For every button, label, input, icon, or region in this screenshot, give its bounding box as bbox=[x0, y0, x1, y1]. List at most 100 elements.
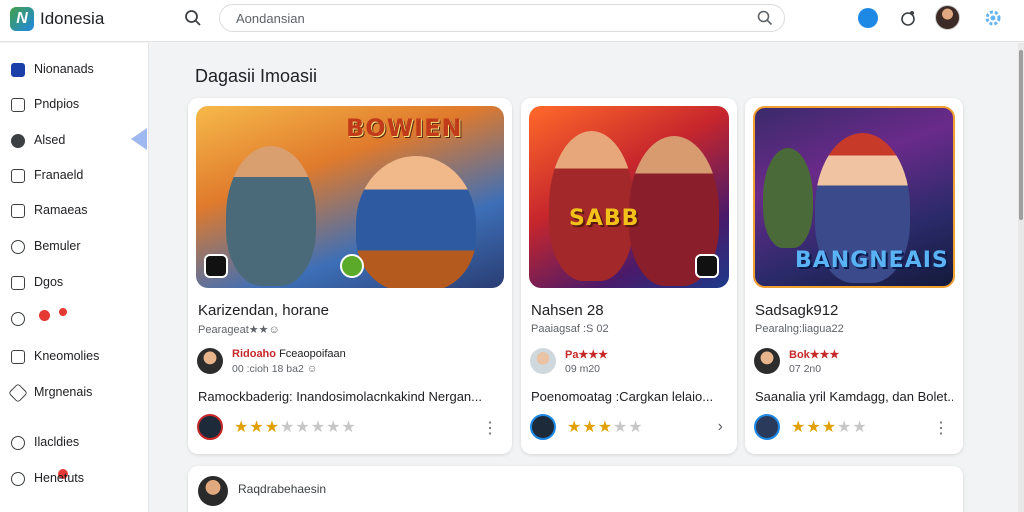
reviewer-name: Bok★★★ bbox=[789, 348, 839, 361]
game-description: Ramockbaderig: Inandosimolacnkakind Nerg… bbox=[198, 389, 482, 404]
sidebar-item-label: Kneomolies bbox=[34, 349, 100, 363]
reviewer-name: Pa★★★ bbox=[565, 348, 608, 361]
nodes-icon bbox=[11, 350, 25, 364]
game-artwork[interactable]: BANGNEAIS bbox=[753, 106, 955, 288]
developer-icon[interactable] bbox=[754, 414, 780, 440]
sidebar-item-docs[interactable]: Dgos bbox=[0, 269, 149, 297]
sidebar-item-settings[interactable]: Ilacldies bbox=[0, 429, 149, 457]
sidebar-item-label: Mrgnenais bbox=[34, 385, 93, 399]
settings-gear-icon[interactable] bbox=[983, 8, 1003, 28]
game-subtitle: Pearageat★★☺ bbox=[198, 324, 280, 336]
game-subtitle: Pearalng:liagua22 bbox=[755, 323, 844, 335]
gamepad-icon[interactable] bbox=[898, 8, 918, 28]
character-figure bbox=[356, 156, 476, 288]
commenter-name: Raqdrabehaesin bbox=[238, 482, 327, 496]
game-logo-text: SABB bbox=[569, 206, 640, 231]
game-card[interactable]: SABB Nahsen 28 Paaiagsaf :S 02 Pa★★★ 09 … bbox=[521, 98, 737, 454]
notification-badge bbox=[59, 308, 67, 316]
sidebar-item-products[interactable]: Pndpios bbox=[0, 91, 149, 119]
square-icon bbox=[11, 276, 25, 290]
app-badge-icon bbox=[695, 254, 719, 278]
gamepad-icon bbox=[11, 240, 25, 254]
game-artwork[interactable]: BOWIEN bbox=[196, 106, 504, 288]
sidebar-item-home[interactable]: Nionanads bbox=[0, 56, 149, 84]
comment-card: Raqdrabehaesin bbox=[188, 466, 963, 512]
sidebar-item-label: Alsed bbox=[34, 133, 66, 147]
sidebar-item-label: Nionanads bbox=[34, 62, 94, 76]
commenter-avatar[interactable] bbox=[198, 476, 228, 506]
sidebar: Nionanads Pndpios Alsed Franaeld Ramaeas… bbox=[0, 43, 149, 512]
reviewer-avatar[interactable] bbox=[754, 348, 780, 374]
search-icon[interactable] bbox=[184, 9, 202, 27]
game-logo-text: BOWIEN bbox=[346, 114, 463, 142]
sidebar-item-help[interactable]: Henetuts bbox=[0, 465, 149, 493]
review-meta: 09 m20 bbox=[565, 363, 601, 375]
chat-icon bbox=[11, 134, 25, 148]
sidebar-item-label: Henetuts bbox=[34, 471, 85, 485]
sidebar-item-label: Franaeld bbox=[34, 168, 84, 182]
card-icon bbox=[11, 169, 25, 183]
top-bar: N Idonesia Aondansian bbox=[0, 0, 1024, 42]
sidebar-item-shield[interactable] bbox=[0, 305, 149, 333]
section-title: Dagasii Imoasii bbox=[195, 66, 318, 86]
sidebar-item-label: Bemuler bbox=[34, 239, 81, 253]
sidebar-item-apps[interactable]: Ramaeas bbox=[0, 197, 149, 225]
reviewer-handle: Bok★★★ bbox=[789, 349, 840, 361]
search-input[interactable]: Aondansian bbox=[219, 4, 785, 32]
brand-title: Idonesia bbox=[40, 9, 105, 28]
search-placeholder: Aondansian bbox=[236, 11, 305, 26]
developer-icon[interactable] bbox=[530, 414, 556, 440]
game-logo-text: BANGNEAIS bbox=[795, 248, 949, 273]
reviewer-handle: Pa★★★ bbox=[565, 349, 609, 361]
app-logo-icon[interactable]: N bbox=[10, 7, 34, 31]
game-title: Nahsen 28 bbox=[531, 302, 604, 319]
sidebar-item-community[interactable]: Kneomolies bbox=[0, 343, 149, 371]
apps-icon bbox=[11, 204, 25, 218]
game-description: Saanalia yril Kamdagg, dan Bolet... bbox=[755, 389, 953, 404]
reviewer-extra: Fceaopoifaan bbox=[279, 348, 346, 360]
sidebar-item-management[interactable]: Mrgnenais bbox=[0, 379, 149, 407]
telegram-icon[interactable] bbox=[858, 8, 878, 28]
shield-icon bbox=[11, 312, 25, 326]
sidebar-item-chat[interactable]: Alsed bbox=[0, 127, 149, 155]
sidebar-item-games[interactable]: Bemuler bbox=[0, 233, 149, 261]
next-arrow-icon[interactable]: › bbox=[718, 418, 723, 436]
game-title: Karizendan, horane bbox=[198, 302, 329, 319]
sidebar-item-label: Ramaeas bbox=[34, 203, 88, 217]
developer-icon[interactable] bbox=[197, 414, 223, 440]
rating-stars: ★★★★★ bbox=[567, 419, 644, 436]
character-figure bbox=[763, 148, 813, 248]
notification-badge bbox=[39, 310, 50, 321]
more-options-icon[interactable]: ⋮ bbox=[482, 418, 498, 438]
game-title: Sadsagk912 bbox=[755, 302, 839, 319]
more-options-icon[interactable]: ⋮ bbox=[933, 418, 949, 438]
list-icon bbox=[11, 98, 25, 112]
sidebar-item-finance[interactable]: Franaeld bbox=[0, 162, 149, 190]
help-icon bbox=[11, 472, 25, 486]
game-card[interactable]: BOWIEN Karizendan, horane Pearageat★★☺ R… bbox=[188, 98, 512, 454]
reviewer-avatar[interactable] bbox=[197, 348, 223, 374]
collapse-sidebar-handle[interactable] bbox=[131, 128, 147, 150]
game-description: Poenomoatag :Cargkan lelaio... bbox=[531, 389, 714, 404]
reviewer-handle: Ridoaho bbox=[232, 348, 276, 360]
game-card[interactable]: BANGNEAIS Sadsagk912 Pearalng:liagua22 B… bbox=[745, 98, 963, 454]
play-icon bbox=[340, 254, 364, 278]
review-meta: 07 2n0 bbox=[789, 363, 822, 375]
app-badge-icon bbox=[204, 254, 228, 278]
gear-icon bbox=[11, 436, 25, 450]
game-artwork[interactable]: SABB bbox=[529, 106, 729, 288]
home-icon bbox=[11, 63, 25, 77]
reviewer-name: Ridoaho Fceaopoifaan bbox=[232, 348, 346, 360]
reviewer-avatar[interactable] bbox=[530, 348, 556, 374]
diamond-icon bbox=[8, 383, 28, 403]
rating-stars: ★★★★★★★★ bbox=[234, 419, 357, 436]
character-figure bbox=[226, 146, 316, 286]
sidebar-item-label: Pndpios bbox=[34, 97, 80, 111]
user-avatar[interactable] bbox=[935, 5, 960, 30]
sidebar-item-label: Dgos bbox=[34, 275, 64, 289]
scrollbar-thumb[interactable] bbox=[1019, 50, 1023, 220]
sidebar-item-label: Ilacldies bbox=[34, 435, 80, 449]
review-meta: 00 :cioh 18 ba2 ☺ bbox=[232, 363, 318, 375]
game-subtitle: Paaiagsaf :S 02 bbox=[531, 323, 609, 335]
search-submit-icon[interactable] bbox=[757, 10, 773, 26]
